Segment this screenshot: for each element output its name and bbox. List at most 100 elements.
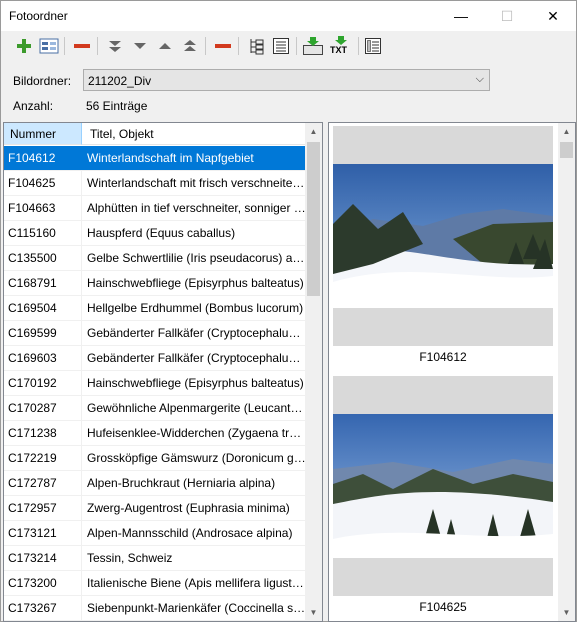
row-title: Hainschwebfliege (Episyrphus balteatus) [87,376,304,390]
table-row[interactable]: C172957 Zwerg-Augentrost (Euphrasia minim… [4,496,306,521]
row-number: F104663 [4,196,82,220]
photo-list[interactable]: Nummer Titel, Objekt F104612 Winterlandsc… [3,122,323,622]
row-title: Alpen-Mannsschild (Androsace alpina) [87,526,293,540]
toolbar-separator [205,37,206,55]
table-row[interactable]: C171238 Hufeisenklee-Widderchen (Zygaena … [4,421,306,446]
export-txt-label: TXT [330,45,347,55]
move-down-icon [134,43,146,49]
row-title: Gewöhnliche Alpenmargerite (Leucanthemop… [87,401,306,415]
toolbar-separator [238,37,239,55]
delete-button[interactable] [212,35,234,57]
close-button[interactable]: ✕ [530,1,576,31]
toolbar-separator [296,37,297,55]
tree-button[interactable] [245,35,267,57]
table-row[interactable]: C135500 Gelbe Schwertlilie (Iris pseudaco… [4,246,306,271]
table-row[interactable]: C172787 Alpen-Bruchkraut (Herniaria alpin… [4,471,306,496]
table-row[interactable]: F104663 Alphütten in tief verschneiter, s… [4,196,306,221]
add-button[interactable] [13,35,35,57]
table-row[interactable]: F104612 Winterlandschaft im Napfgebiet [4,146,306,171]
row-number: C169599 [4,321,82,345]
folder-select[interactable]: 211202_Div ⌵ [83,69,490,91]
table-row[interactable]: C170192 Hainschwebfliege (Episyrphus balt… [4,371,306,396]
gallery-scroll-thumb[interactable] [560,142,573,158]
row-title: Alpen-Bruchkraut (Herniaria alpina) [87,476,276,490]
export-txt-button[interactable]: TXT [328,35,354,57]
gallery-scrollbar[interactable]: ▲ ▼ [558,123,575,621]
toolbar-separator [97,37,98,55]
row-number: C172957 [4,496,82,520]
row-number: F104625 [4,171,82,195]
table-row[interactable]: C173214 Tessin, Schweiz [4,546,306,571]
table-row[interactable]: C168791 Hainschwebfliege (Episyrphus balt… [4,271,306,296]
move-top-button[interactable] [179,35,201,57]
row-title: Gebänderter Fallkäfer (Cryptocephalus se… [87,351,306,365]
add-icon [17,39,31,53]
scroll-down-arrow[interactable]: ▼ [305,604,322,621]
row-title: Hellgelbe Erdhummel (Bombus lucorum) [87,301,304,315]
row-title: Hufeisenklee-Widderchen (Zygaena transal… [87,426,306,440]
remove-icon [74,44,90,48]
remove-button[interactable] [71,35,93,57]
thumbnail-image[interactable] [333,376,553,596]
row-number: C173267 [4,596,82,620]
count-label: Anzahl: [13,99,54,113]
report-icon [365,38,381,54]
row-title: Hainschwebfliege (Episyrphus balteatus) [87,276,304,290]
row-number: C172787 [4,471,82,495]
toolbar: TXT [1,32,576,60]
minimize-button[interactable]: — [438,1,484,31]
folder-value: 211202_Div [88,74,152,88]
move-down-button[interactable] [129,35,151,57]
folder-label: Bildordner: [13,74,72,88]
scroll-up-arrow[interactable]: ▲ [305,123,322,140]
row-title: Siebenpunkt-Marienkäfer (Coccinella sept… [87,601,306,615]
thumbnail-image[interactable] [333,126,553,346]
row-number: C115160 [4,221,82,245]
column-header-title-label: Titel, Objekt [90,127,154,141]
row-number: F104612 [4,146,82,170]
column-header-title[interactable]: Titel, Objekt [82,123,306,145]
row-title: Winterlandschaft im Napfgebiet [87,151,254,165]
report-button[interactable] [362,35,384,57]
row-number: C173214 [4,546,82,570]
table-row[interactable]: C115160 Hauspferd (Equus caballus) [4,221,306,246]
form-button[interactable] [38,35,60,57]
row-number: C170287 [4,396,82,420]
delete-icon [215,44,231,48]
chevron-down-icon: ⌵ [475,73,484,85]
column-header-number[interactable]: Nummer [4,123,82,145]
fotoordner-window: Fotoordner — ☐ ✕ TXT Bildordner: 211202_… [0,0,577,622]
list-scrollbar[interactable]: ▲ ▼ [305,123,322,621]
scroll-down-arrow[interactable]: ▼ [558,604,575,621]
table-row[interactable]: C169504 Hellgelbe Erdhummel (Bombus lucor… [4,296,306,321]
export-image-button[interactable] [302,35,324,57]
list-button[interactable] [270,35,292,57]
row-title: Alphütten in tief verschneiter, sonniger… [87,201,306,215]
table-row[interactable]: C173267 Siebenpunkt-Marienkäfer (Coccinel… [4,596,306,621]
scroll-up-arrow[interactable]: ▲ [558,123,575,140]
move-up-icon [159,43,171,49]
table-row[interactable]: F104625 Winterlandschaft mit frisch versc… [4,171,306,196]
table-row[interactable]: C170287 Gewöhnliche Alpenmargerite (Leuca… [4,396,306,421]
thumbnail-gallery[interactable]: F104612 F104625 ▲ ▼ [328,122,576,622]
maximize-button[interactable]: ☐ [484,1,530,31]
move-up-button[interactable] [154,35,176,57]
move-bottom-icon [109,41,121,52]
column-header-number-label: Nummer [10,127,57,141]
export-image-icon [303,37,323,55]
list-scroll-thumb[interactable] [307,142,320,296]
row-number: C169603 [4,346,82,370]
row-title: Grossköpfige Gämswurz (Doronicum grandif… [87,451,306,465]
table-row[interactable]: C172219 Grossköpfige Gämswurz (Doronicum … [4,446,306,471]
table-row[interactable]: C173200 Italienische Biene (Apis mellifer… [4,571,306,596]
window-title: Fotoordner [9,9,68,23]
row-title: Gebänderter Fallkäfer (Cryptocephalus se… [87,326,306,340]
row-title: Gelbe Schwertlilie (Iris pseudacorus) am… [87,251,306,265]
move-bottom-button[interactable] [104,35,126,57]
table-row[interactable]: C169599 Gebänderter Fallkäfer (Cryptoceph… [4,321,306,346]
table-row[interactable]: C169603 Gebänderter Fallkäfer (Cryptoceph… [4,346,306,371]
table-row[interactable]: C173121 Alpen-Mannsschild (Androsace alpi… [4,521,306,546]
row-title: Italienische Biene (Apis mellifera ligus… [87,576,306,590]
row-number: C169504 [4,296,82,320]
row-number: C173121 [4,521,82,545]
